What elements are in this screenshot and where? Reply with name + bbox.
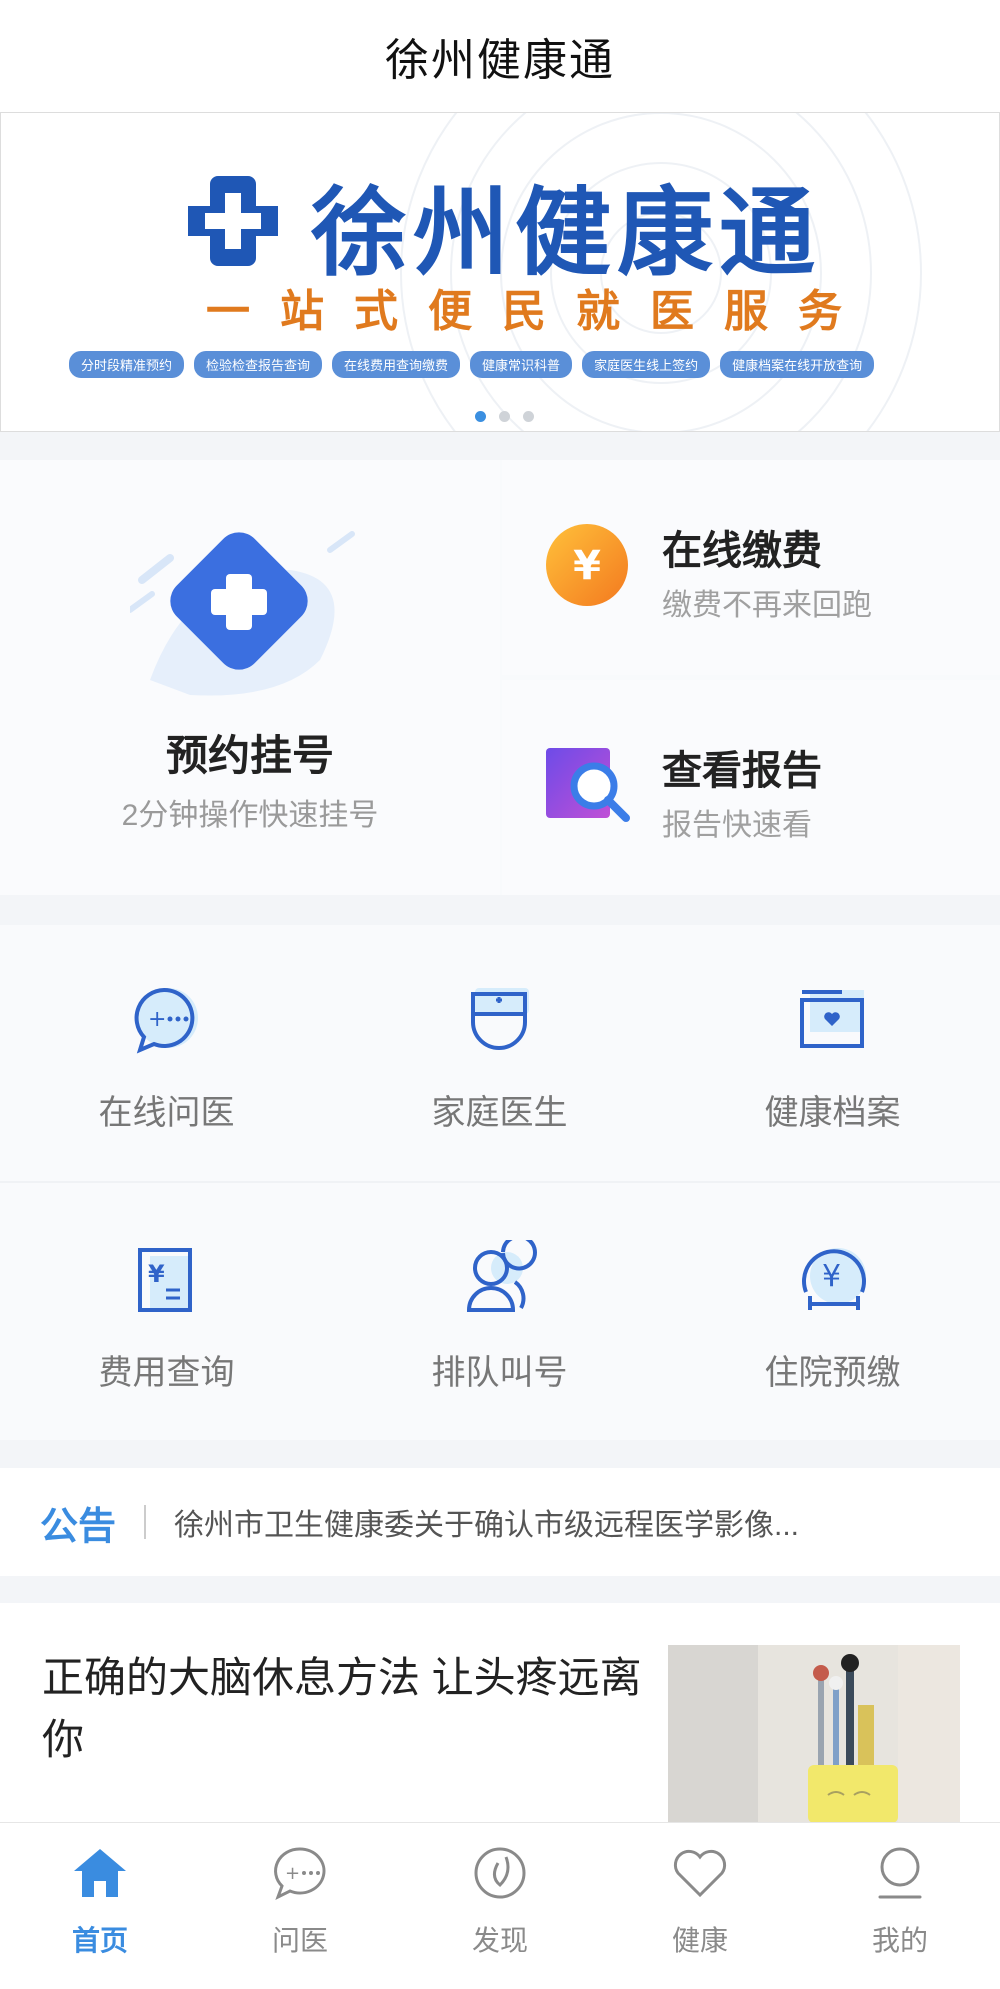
tab-label: 健康: [671, 1925, 728, 1956]
carousel-dot-active[interactable]: [475, 411, 486, 422]
appointment-card[interactable]: 预约挂号 2分钟操作快速挂号: [0, 460, 500, 895]
tab-label: 首页: [71, 1925, 128, 1956]
online-payment-card[interactable]: ¥ 在线缴费 缴费不再来回跑: [502, 460, 1000, 675]
payment-subtitle: 缴费不再来回跑: [662, 589, 872, 622]
home-icon: [74, 1849, 126, 1897]
function-grid: + 在线问医 家庭医生 健康档案 ¥ 费用查询 排队叫号 ¥ 住院预缴: [0, 925, 1000, 1440]
pencil-cup-image: [668, 1645, 960, 1823]
appointment-subtitle: 2分钟操作快速挂号: [121, 799, 379, 832]
hospital-cross-icon: [130, 531, 355, 696]
chat-icon: +: [274, 1847, 326, 1901]
grid-item-label: 住院预缴: [764, 1354, 901, 1392]
queue-people-icon: [466, 1240, 537, 1312]
yuan-bed-icon: ¥: [802, 1248, 866, 1310]
report-title: 查看报告: [662, 749, 822, 793]
page-title: 徐州健康通: [385, 36, 615, 85]
article-title[interactable]: 正确的大脑休息方法 让头疼远离你: [42, 1647, 642, 1771]
chat-bubble-icon: +: [134, 987, 198, 1054]
tab-health[interactable]: 健康: [600, 1823, 800, 1989]
carousel-dot[interactable]: [499, 411, 510, 422]
tab-discover[interactable]: 发现: [400, 1823, 600, 1989]
yuan-bill-icon: ¥: [138, 1248, 192, 1312]
carousel-dot[interactable]: [523, 411, 534, 422]
grid-item-hospital-prepay[interactable]: ¥ 住院预缴: [666, 1185, 999, 1440]
grid-item-queue-call[interactable]: 排队叫号: [333, 1185, 666, 1440]
tab-mine[interactable]: 我的: [800, 1823, 1000, 1989]
article-card[interactable]: 正确的大脑休息方法 让头疼远离你: [0, 1603, 1000, 1823]
announcement-divider: [144, 1505, 147, 1539]
grid-item-fee-inquiry[interactable]: ¥ 费用查询: [0, 1185, 333, 1440]
svg-text:¥: ¥: [573, 543, 601, 589]
promo-banner[interactable]: 徐州健康通 一站式便民就医服务 分时段精准预约 检验检查报告查询 在线费用查询缴…: [0, 112, 1000, 432]
announcement-text[interactable]: 徐州市卫生健康委关于确认市级远程医学影像...: [174, 1500, 799, 1544]
svg-text:+: +: [148, 1007, 166, 1032]
grid-item-online-consult[interactable]: + 在线问医: [0, 925, 333, 1180]
banner-tag: 健康档案在线开放查询: [720, 351, 875, 378]
primary-services: 预约挂号 2分钟操作快速挂号 ¥ 在线缴费 缴费不再来回跑 查看报告 报告快速看: [0, 460, 1000, 895]
tab-consult[interactable]: + 问医: [200, 1823, 400, 1989]
svg-text:+: +: [285, 1863, 300, 1884]
appointment-title: 预约挂号: [165, 732, 334, 779]
announcement-label: 公告: [40, 1505, 117, 1548]
discover-icon: [474, 1847, 526, 1899]
article-thumbnail[interactable]: [668, 1645, 960, 1823]
grid-item-label: 健康档案: [764, 1094, 901, 1132]
banner-brand-text: 徐州健康通: [311, 177, 821, 289]
yuan-coin-icon: ¥: [546, 524, 628, 606]
tab-label: 我的: [871, 1925, 928, 1956]
grid-item-label: 家庭医生: [431, 1094, 568, 1132]
title-bar: 徐州健康通: [0, 0, 1000, 112]
tab-label: 问医: [271, 1925, 328, 1956]
banner-tag: 检验检查报告查询: [194, 351, 323, 378]
banner-tag: 家庭医生线上签约: [582, 351, 711, 378]
grid-item-health-records[interactable]: 健康档案: [666, 925, 999, 1180]
grid-item-label: 在线问医: [98, 1094, 235, 1132]
brand-cross-icon: [188, 176, 278, 266]
payment-title: 在线缴费: [662, 529, 822, 573]
user-icon: [878, 1847, 922, 1899]
report-subtitle: 报告快速看: [662, 809, 812, 842]
carousel-indicators: [475, 411, 534, 422]
report-search-icon: [546, 748, 630, 822]
nurse-cap-icon: [471, 988, 529, 1050]
grid-item-label: 排队叫号: [431, 1354, 568, 1392]
folder-heart-icon: [800, 990, 864, 1048]
banner-tag: 分时段精准预约: [69, 351, 185, 378]
grid-divider: [0, 1181, 1000, 1183]
banner-feature-tags: 分时段精准预约 检验检查报告查询 在线费用查询缴费 健康常识科普 家庭医生线上签…: [69, 351, 875, 378]
svg-text:¥: ¥: [822, 1259, 841, 1294]
banner-tag: 在线费用查询缴费: [332, 351, 461, 378]
announcement-bar[interactable]: 公告 徐州市卫生健康委关于确认市级远程医学影像...: [0, 1468, 1000, 1576]
grid-item-family-doctor[interactable]: 家庭医生: [333, 925, 666, 1180]
banner-tag: 健康常识科普: [470, 351, 573, 378]
view-report-card[interactable]: 查看报告 报告快速看: [502, 680, 1000, 895]
banner-slogan: 一站式便民就医服务: [206, 286, 872, 337]
grid-item-label: 费用查询: [98, 1354, 235, 1392]
svg-text:¥: ¥: [148, 1260, 165, 1288]
bottom-tab-bar: 首页 + 问医 发现 健康 我的: [0, 1822, 1000, 1989]
tab-home[interactable]: 首页: [0, 1823, 200, 1989]
tab-label: 发现: [471, 1925, 528, 1956]
heart-icon: [673, 1849, 727, 1898]
